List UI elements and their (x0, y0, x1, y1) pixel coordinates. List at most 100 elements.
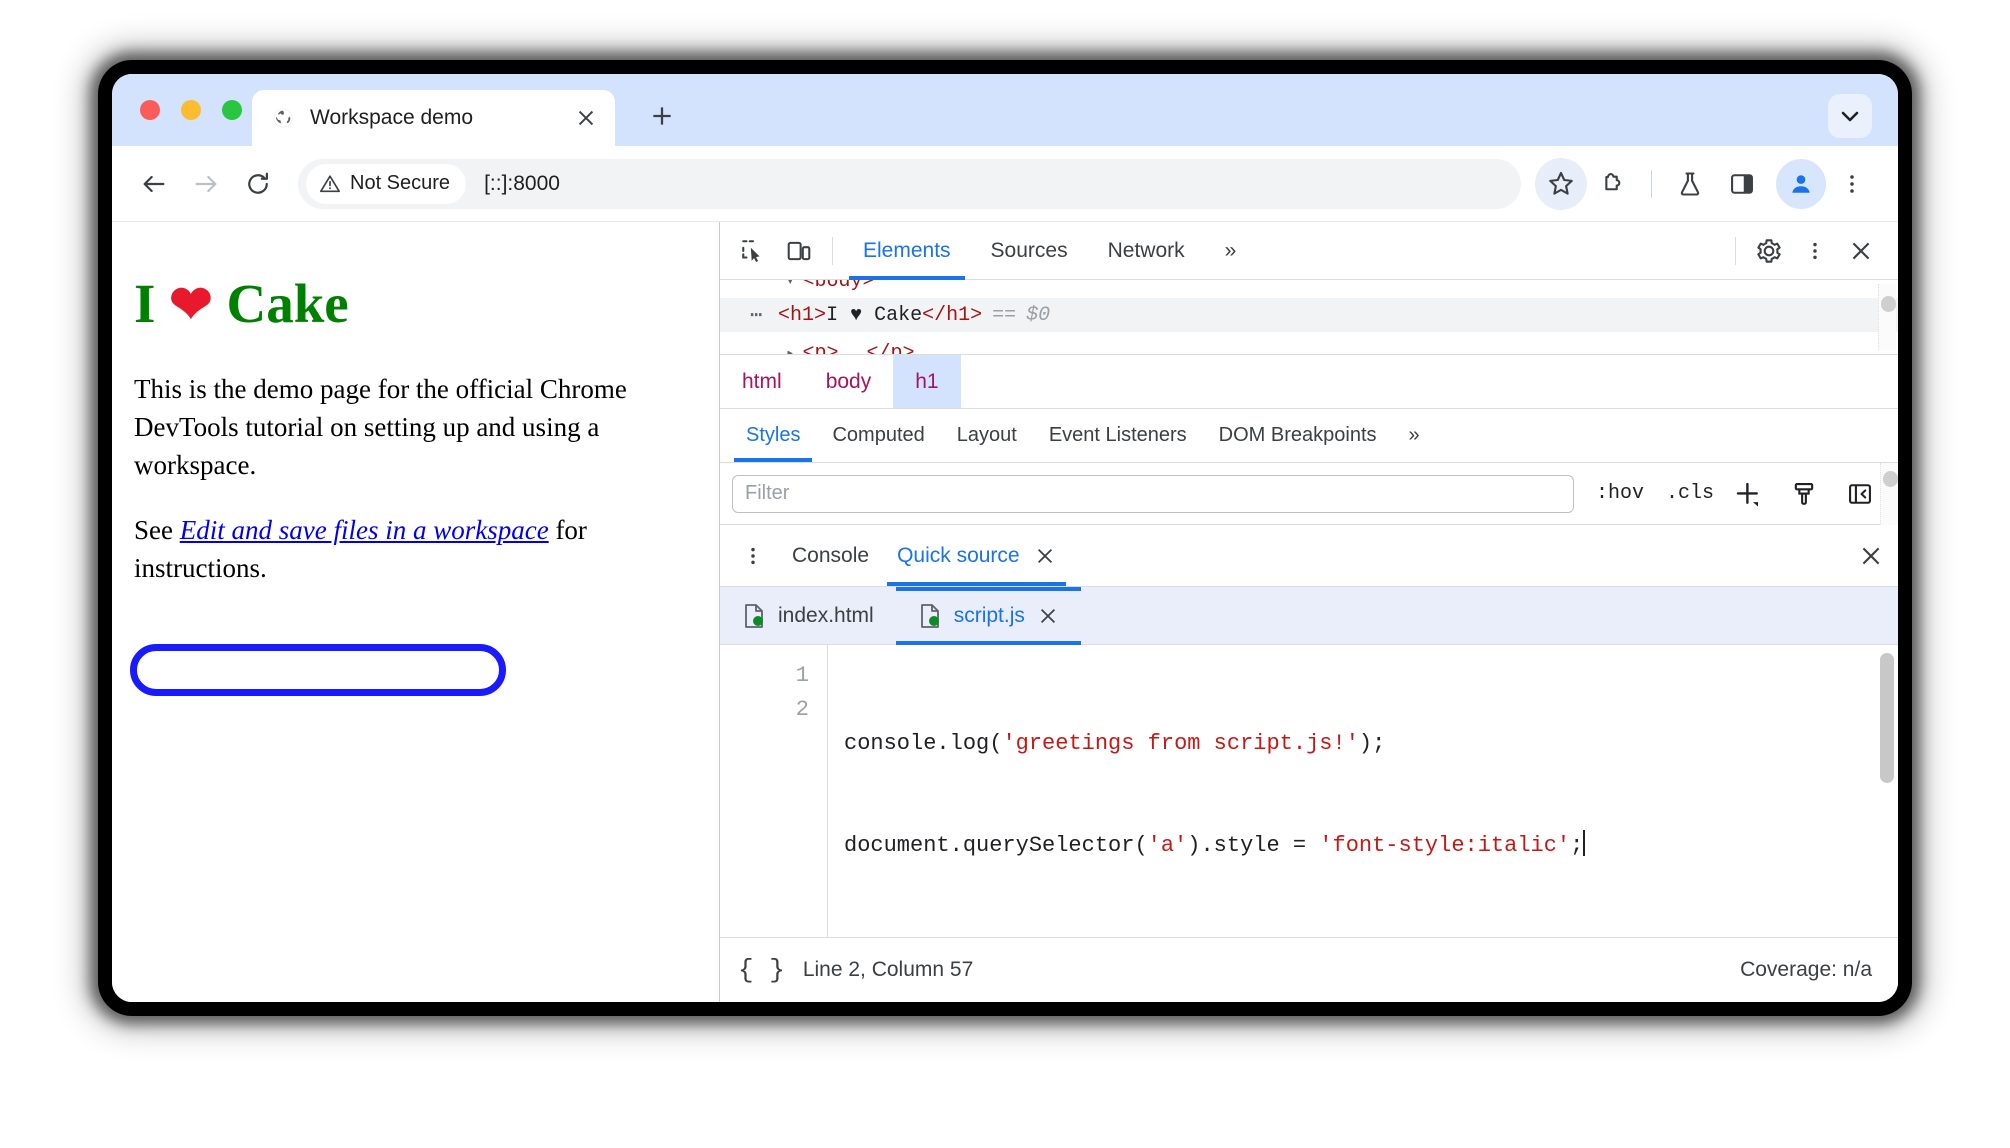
file-tab-script-js-label: script.js (953, 603, 1025, 627)
expand-caret-icon[interactable]: ▾ (786, 280, 794, 290)
drawer-tabs: Console Quick source (720, 525, 1898, 587)
browser-window: Workspace demo Not Secure [::]:8000 I ❤ … (112, 74, 1898, 1002)
page-paragraph-2: See Edit and save files in a workspace f… (134, 511, 689, 588)
back-button[interactable] (128, 158, 180, 210)
code-line-2: document.querySelector('a').style = 'fon… (844, 829, 1898, 863)
dom-node-h1[interactable]: ⋯ <h1> I ♥ Cake </h1> == $0 (720, 298, 1898, 332)
code-content[interactable]: console.log('greetings from script.js!')… (828, 645, 1898, 937)
three-dot-menu-icon[interactable] (1826, 158, 1878, 210)
code-line-1: console.log('greetings from script.js!')… (844, 727, 1898, 761)
new-tab-button[interactable] (642, 96, 682, 136)
tab-sources[interactable]: Sources (971, 222, 1088, 280)
drawer-tab-quick-source[interactable]: Quick source (883, 525, 1070, 586)
close-devtools-icon[interactable] (1838, 230, 1884, 272)
dom-node-body[interactable]: ▾ <body> (720, 280, 1898, 298)
maximize-window-button[interactable] (222, 100, 242, 120)
hov-button[interactable]: :hov (1596, 482, 1644, 505)
editor-scroll-thumb[interactable] (1880, 653, 1894, 783)
three-dot-menu-icon[interactable] (1792, 230, 1838, 272)
globe-icon (272, 107, 294, 129)
file-tab-index-html[interactable]: index.html (720, 587, 896, 644)
tabs-overflow-button[interactable]: » (1205, 222, 1257, 280)
drawer-tab-quick-source-label: Quick source (897, 543, 1020, 567)
drawer-close-icon[interactable] (1844, 525, 1898, 586)
paint-brush-icon[interactable] (1782, 474, 1826, 514)
devtools-toolbar: Elements Sources Network » (720, 222, 1898, 280)
code-editor[interactable]: 1 2 console.log('greetings from script.j… (720, 645, 1898, 938)
drawer-menu-icon[interactable] (728, 525, 778, 586)
line-number: 1 (795, 663, 809, 688)
styles-scrollbar[interactable] (1880, 462, 1898, 525)
page-title: I ❤ Cake (134, 272, 689, 336)
avatar[interactable] (1776, 158, 1826, 209)
heart-icon: ❤ (169, 277, 213, 334)
file-tab-close-icon[interactable] (1037, 605, 1059, 627)
browser-toolbar: Not Secure [::]:8000 (112, 146, 1898, 222)
paragraph-2-pre: See (134, 514, 180, 545)
workspace-doc-link[interactable]: Edit and save files in a workspace (180, 515, 549, 545)
code-seg: console.log( (844, 731, 1003, 756)
tab-elements[interactable]: Elements (843, 222, 971, 280)
breadcrumb-item-html[interactable]: html (720, 355, 804, 408)
puzzle-piece-icon[interactable] (1587, 158, 1639, 210)
drawer-tab-console[interactable]: Console (778, 525, 883, 586)
sidebar-toggle-icon[interactable] (1838, 474, 1882, 514)
filter-input[interactable] (732, 474, 1574, 513)
inspect-element-icon[interactable] (730, 230, 776, 272)
dom-node-selected-ref: $0 (1026, 303, 1051, 327)
forward-button[interactable] (180, 158, 232, 210)
dom-node-p-open: <p> (802, 341, 839, 355)
gear-icon[interactable] (1746, 230, 1792, 272)
tab-computed[interactable]: Computed (816, 409, 940, 462)
tab-title: Workspace demo (310, 106, 474, 129)
file-tab-script-js[interactable]: script.js (895, 587, 1082, 645)
device-toolbar-icon[interactable] (776, 230, 822, 272)
tab-network[interactable]: Network (1088, 222, 1205, 280)
page-viewport: I ❤ Cake This is the demo page for the o… (112, 222, 720, 1002)
dom-tree-scroll-thumb[interactable] (1881, 296, 1896, 312)
address-bar[interactable]: Not Secure [::]:8000 (298, 158, 1521, 209)
plus-icon[interactable] (1726, 474, 1770, 514)
dom-node-h1-close: </h1> (922, 303, 983, 327)
dom-node-p-close: </p> (866, 341, 915, 355)
dom-tree-scrollbar[interactable] (1878, 284, 1896, 350)
side-panel-icon[interactable] (1716, 158, 1768, 210)
editor-status-bar: { } Line 2, Column 57 Coverage: n/a (720, 938, 1898, 1002)
minimize-window-button[interactable] (181, 100, 201, 120)
dom-node-selected-eq: == (992, 303, 1017, 327)
security-badge-label: Not Secure (350, 172, 451, 194)
code-string: 'font-style:italic' (1319, 833, 1571, 858)
tab-styles[interactable]: Styles (730, 409, 816, 462)
tab-event-listeners[interactable]: Event Listeners (1033, 409, 1203, 462)
code-string: 'a' (1147, 833, 1188, 858)
tab-dom-breakpoints[interactable]: DOM Breakpoints (1203, 409, 1393, 462)
breadcrumb-item-body[interactable]: body (804, 355, 894, 408)
dom-node-body-tag: <body> (802, 280, 875, 293)
dom-tree[interactable]: ▾ <body> ⋯ <h1> I ♥ Cake </h1> == $0 ▸ <… (720, 280, 1898, 355)
code-seg: document.querySelector( (844, 833, 1148, 858)
annotation-highlight (130, 644, 506, 696)
tab-close-button[interactable] (569, 101, 603, 135)
close-window-button[interactable] (140, 100, 160, 120)
pretty-print-icon[interactable]: { } (738, 955, 785, 985)
breadcrumb-item-h1[interactable]: h1 (893, 355, 961, 408)
styles-tabs-overflow-button[interactable]: » (1393, 409, 1436, 462)
warning-triangle-icon (319, 173, 341, 195)
url-text: [::]:8000 (484, 171, 560, 195)
devtools-panel: Elements Sources Network » ▾ <body> ⋯ <h… (720, 222, 1898, 1002)
toolbar-divider (832, 236, 833, 265)
dom-node-h1-open: <h1> (778, 303, 827, 327)
dom-node-p[interactable]: ▸ <p> … </p> (720, 336, 1898, 355)
dom-node-badge-icon[interactable]: ⋯ (750, 302, 764, 328)
cls-button[interactable]: .cls (1666, 482, 1714, 505)
star-icon[interactable] (1535, 157, 1587, 210)
tab-search-button[interactable] (1828, 94, 1872, 138)
collapse-caret-icon[interactable]: ▸ (786, 345, 794, 355)
reload-button[interactable] (232, 158, 284, 210)
security-badge[interactable]: Not Secure (306, 163, 467, 204)
browser-tab[interactable]: Workspace demo (252, 90, 615, 146)
drawer-tab-close-icon[interactable] (1034, 545, 1056, 567)
flask-icon[interactable] (1664, 158, 1716, 210)
tab-layout[interactable]: Layout (941, 409, 1033, 462)
styles-scroll-thumb[interactable] (1883, 470, 1898, 487)
